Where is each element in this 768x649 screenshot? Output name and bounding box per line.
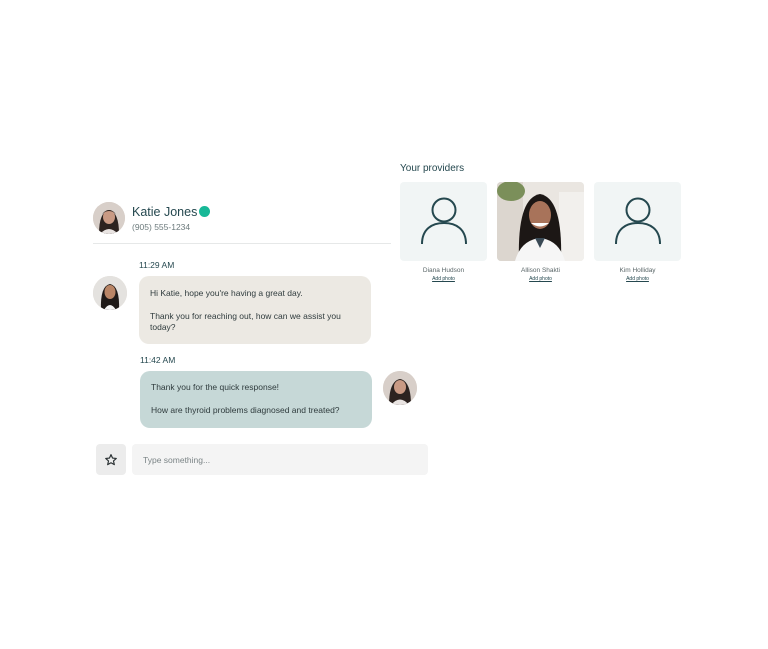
message-timestamp: 11:29 AM	[139, 260, 175, 270]
message-bubble-incoming: Hi Katie, hope you're having a great day…	[139, 276, 371, 344]
star-icon	[105, 453, 117, 465]
add-photo-link[interactable]: Add photo	[594, 276, 681, 282]
person-placeholder-icon	[614, 197, 661, 244]
provider-photo	[497, 182, 584, 261]
person-placeholder-icon	[420, 197, 467, 244]
online-status-indicator	[199, 206, 210, 217]
chat-header: Katie Jones (905) 555-1234	[93, 201, 391, 244]
provider-name: Allison Shakti	[520, 267, 561, 274]
provider-card[interactable]: Kim Holliday Add photo	[594, 182, 681, 282]
contact-avatar[interactable]	[93, 202, 125, 234]
provider-card[interactable]: Allison Shakti Add photo	[497, 182, 584, 282]
provider-name: Kim Holliday	[619, 267, 656, 274]
message-text: Thank you for the quick response!	[151, 382, 280, 392]
message-timestamp: 11:42 AM	[140, 355, 176, 365]
contact-phone: (905) 555-1234	[132, 222, 191, 232]
contact-name: Katie Jones	[132, 205, 198, 219]
provider-name: Diana Hudson	[422, 267, 465, 274]
provider-avatar[interactable]	[93, 276, 127, 310]
favorite-button[interactable]	[96, 444, 126, 475]
add-photo-link[interactable]: Add photo	[400, 276, 487, 282]
message-input[interactable]	[132, 444, 428, 475]
user-avatar[interactable]	[383, 371, 417, 405]
add-photo-link[interactable]: Add photo	[497, 276, 584, 282]
message-text: How are thyroid problems diagnosed and t…	[151, 404, 340, 415]
provider-card[interactable]: Diana Hudson Add photo	[400, 182, 487, 282]
message-text: Thank you for reaching out, how can we a…	[150, 310, 341, 333]
provider-photo-placeholder	[400, 182, 487, 261]
message-bubble-outgoing: Thank you for the quick response! How ar…	[140, 371, 372, 428]
provider-photo-placeholder	[594, 182, 681, 261]
provider-portrait	[497, 182, 584, 261]
message-text: Hi Katie, hope you're having a great day…	[150, 288, 303, 298]
providers-title: Your providers	[400, 163, 465, 174]
